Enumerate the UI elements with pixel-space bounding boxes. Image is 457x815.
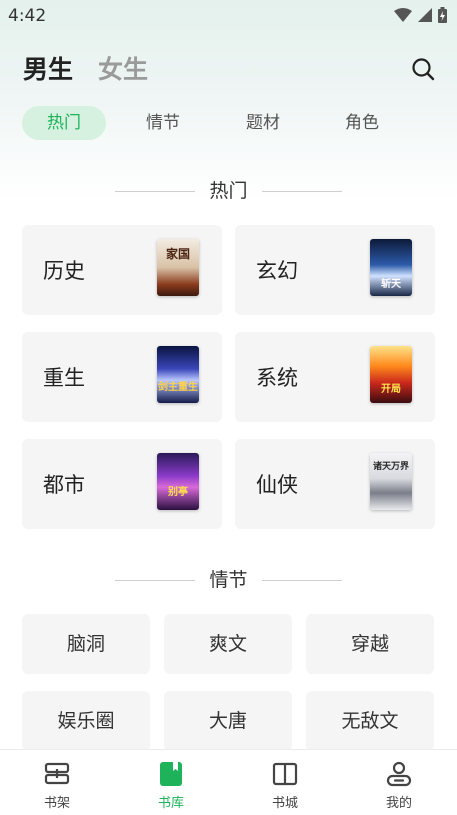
- status-time: 4:42: [8, 6, 47, 26]
- divider: [262, 580, 342, 581]
- library-icon: [160, 762, 182, 786]
- category-label: 系统: [256, 366, 298, 390]
- book-cover: 剑主重生: [157, 346, 199, 403]
- wifi-icon: [394, 8, 412, 22]
- signal-icon: [418, 8, 432, 22]
- cover-title: 开局: [381, 384, 401, 395]
- section-title-hot: 热门: [0, 179, 457, 203]
- category-card-xianxia[interactable]: 仙侠 诸天万界: [235, 439, 435, 529]
- status-bar: 4:42: [0, 0, 457, 32]
- category-card-rebirth[interactable]: 重生 剑主重生: [22, 332, 222, 422]
- nav-item-bookstore[interactable]: 书城: [228, 750, 342, 815]
- tab-male[interactable]: 男生: [23, 50, 73, 86]
- cover-title: 剑主重生: [158, 382, 198, 393]
- tag-card[interactable]: 爽文: [164, 614, 292, 674]
- tag-card[interactable]: 脑洞: [22, 614, 150, 674]
- divider: [262, 191, 342, 192]
- section-title-plot: 情节: [0, 568, 457, 592]
- subtab-theme[interactable]: 题材: [230, 106, 296, 140]
- tag-card[interactable]: 穿越: [306, 614, 434, 674]
- category-card-fantasy[interactable]: 玄幻 斩天: [235, 225, 435, 315]
- status-icons: [394, 7, 447, 23]
- category-card-history[interactable]: 历史 家国: [22, 225, 222, 315]
- category-label: 仙侠: [256, 473, 298, 497]
- bookshelf-icon: [44, 762, 70, 785]
- book-cover: 别亭: [157, 453, 199, 510]
- cover-title: 家国: [165, 247, 190, 261]
- battery-icon: [438, 7, 447, 23]
- nav-label: 书架: [43, 796, 70, 811]
- nav-label: 书城: [271, 796, 298, 811]
- category-card-city[interactable]: 都市 别亭: [22, 439, 222, 529]
- tag-card[interactable]: 无敌文: [306, 691, 434, 751]
- cover-title: 诸天万界: [372, 462, 409, 472]
- search-icon[interactable]: [411, 57, 435, 81]
- subtab-plot[interactable]: 情节: [130, 106, 196, 140]
- nav-item-library[interactable]: 书库: [114, 750, 228, 815]
- cover-title: 别亭: [168, 487, 188, 498]
- book-cover: 开局: [370, 346, 412, 403]
- category-card-system[interactable]: 系统 开局: [235, 332, 435, 422]
- category-label: 玄幻: [256, 259, 298, 283]
- nav-label: 书库: [157, 796, 184, 811]
- section-title-text: 热门: [209, 180, 248, 202]
- bookstore-icon: [272, 762, 298, 786]
- category-label: 历史: [43, 259, 85, 283]
- section-title-text: 情节: [209, 569, 248, 591]
- subtab-role[interactable]: 角色: [329, 106, 395, 140]
- profile-icon: [386, 761, 412, 787]
- subtab-hot[interactable]: 热门: [22, 106, 106, 140]
- book-cover: 斩天: [370, 239, 412, 296]
- subtab-bar: 热门 情节 题材 角色: [0, 106, 457, 140]
- nav-label: 我的: [385, 796, 412, 811]
- category-label: 重生: [43, 366, 85, 390]
- tab-female[interactable]: 女生: [98, 50, 148, 86]
- category-label: 都市: [43, 473, 85, 497]
- nav-item-bookshelf[interactable]: 书架: [0, 750, 114, 815]
- bottom-nav: 书架 书库 书城 我的: [0, 749, 457, 815]
- nav-item-profile[interactable]: 我的: [342, 750, 456, 815]
- book-cover: 诸天万界: [370, 453, 412, 510]
- tag-card[interactable]: 娱乐圈: [22, 691, 150, 751]
- header: 男生 女生: [0, 50, 457, 90]
- cover-title: 斩天: [381, 279, 401, 290]
- tag-card[interactable]: 大唐: [164, 691, 292, 751]
- book-cover: 家国: [157, 239, 199, 296]
